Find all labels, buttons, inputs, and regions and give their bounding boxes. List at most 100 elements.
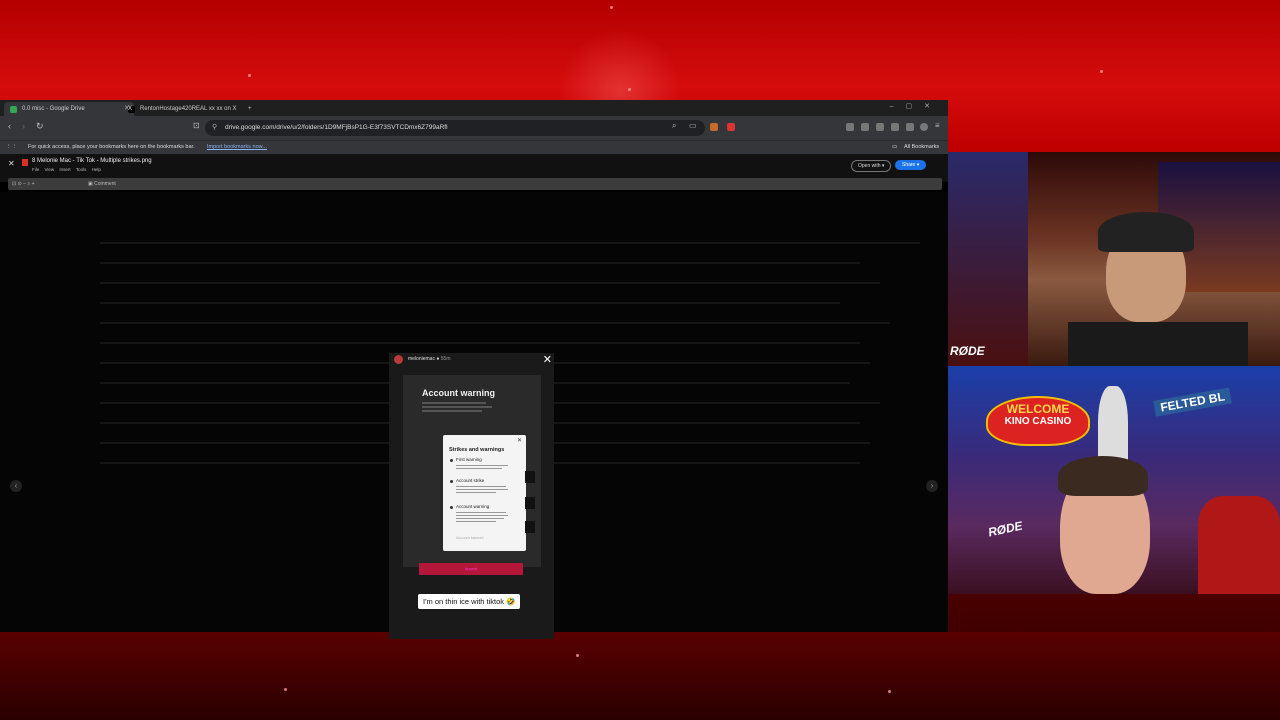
open-with-button[interactable]: Open with ▾ (851, 160, 892, 172)
arcade-shelf (948, 152, 1028, 366)
share-button[interactable]: Share ▾ (895, 160, 927, 170)
image-file-icon (22, 159, 28, 166)
chair (1068, 322, 1248, 366)
cast-icon[interactable]: ▭ (689, 121, 697, 130)
site-info-icon[interactable]: ⚲ (212, 120, 217, 136)
account-warning-card: Account warning ✕ Strikes and warnings F… (403, 375, 541, 567)
strikes-modal: ✕ Strikes and warnings First warning Acc… (443, 435, 526, 551)
menu-icon[interactable]: ≡ (935, 121, 940, 130)
file-title: 8 Melonie Mac - Tik Tok - Multiple strik… (32, 158, 152, 164)
comment-button[interactable]: ▣ Comment (88, 178, 116, 190)
modal-footer: Account banned (456, 536, 484, 540)
felted-sign: FELTED BL (1153, 387, 1232, 417)
previous-file-icon[interactable]: ‹ (10, 480, 22, 492)
text-line (456, 521, 496, 522)
sparkle (1100, 70, 1103, 73)
background-row (100, 262, 860, 264)
chair (1198, 496, 1280, 594)
sparkle (888, 690, 891, 693)
webcam-bottom: WELCOME KINO CASINO FELTED BL RØDE (948, 366, 1280, 594)
browser-toolbar: ‹ › ↻ ⊡ ⚲ drive.google.com/drive/u/2/fol… (0, 116, 948, 140)
casino-name: KINO CASINO (1004, 416, 1072, 427)
tab-google-drive[interactable]: 0.0 misc - Google Drive ✕ (4, 102, 134, 116)
bookmarks-bar: ⋮⋮ For quick access, place your bookmark… (0, 140, 948, 154)
file-menu[interactable]: File View Insert Tools Help (32, 167, 101, 172)
sparkle (628, 88, 631, 91)
text-line (456, 486, 506, 487)
sparkle (284, 688, 287, 691)
background-row (100, 302, 840, 304)
background-row (100, 282, 880, 284)
story-header: meloniemac ● 55m ✕ (389, 353, 554, 369)
tab-label: 0.0 misc - Google Drive (22, 106, 85, 112)
sidebar-icon[interactable] (876, 123, 884, 131)
rewards-icon[interactable] (727, 123, 735, 131)
stream-bottom-band (0, 632, 1280, 720)
text-line (456, 489, 508, 490)
import-bookmarks-link[interactable]: Import bookmarks now... (207, 141, 267, 154)
sparkle (610, 6, 613, 9)
welcome-text: WELCOME (1006, 402, 1070, 416)
bullet (450, 480, 453, 483)
forward-icon[interactable]: › (22, 121, 25, 131)
webcam-top: RØDE (948, 152, 1280, 366)
text-line (456, 512, 506, 513)
sparkle (248, 74, 251, 77)
browser-window: 0.0 misc - Google Drive ✕ X RentonHostag… (0, 100, 948, 639)
background-row (100, 342, 860, 344)
warning-heading: Account warning (422, 388, 496, 398)
window-controls[interactable]: –▢✕ (890, 102, 942, 110)
bookmark-icon[interactable]: ⊡ (193, 121, 200, 130)
viewer-toolbar: ⊡ ⊙ − ⌕ + ▣ Comment (8, 178, 942, 190)
modal-title: Strikes and warnings (449, 447, 505, 453)
folder-icon: ▭ (892, 144, 898, 150)
mic-brand-label: RØDE (986, 518, 1024, 540)
brave-shield-icon[interactable] (710, 123, 718, 131)
strike-item: First warning (456, 457, 482, 462)
text-line (456, 518, 504, 519)
tab-x[interactable]: X RentonHostage420REAL xx xx on X (122, 102, 258, 116)
hair (1058, 456, 1148, 496)
extension-icon[interactable] (846, 123, 854, 131)
apps-icon[interactable]: ⋮⋮ (6, 141, 17, 154)
all-bookmarks[interactable]: All Bookmarks (904, 141, 939, 154)
tiktok-screenshot: meloniemac ● 55m ✕ Account warning ✕ Str… (389, 353, 554, 639)
background-row (100, 242, 920, 244)
strike-item: Account warning (456, 504, 490, 509)
close-icon: ✕ (516, 438, 522, 444)
leo-icon[interactable] (906, 123, 914, 131)
profile-icon[interactable] (920, 123, 928, 131)
sparkle (576, 654, 579, 657)
new-tab-button[interactable]: + (246, 102, 258, 116)
tab-label: RentonHostage420REAL xx xx on X (140, 106, 237, 112)
bullet (450, 506, 453, 509)
text-line (456, 515, 508, 516)
strike-item: Account strike (456, 478, 485, 483)
thumbnail (525, 497, 535, 509)
media-icon[interactable] (861, 123, 869, 131)
image-viewer: ‹ › meloniemac ● 55m ✕ Account warning ✕… (0, 192, 948, 639)
text-line (422, 402, 486, 404)
text-line (422, 406, 492, 408)
headphones (1098, 212, 1194, 252)
reload-icon[interactable]: ↻ (36, 121, 44, 132)
bookmarks-message: For quick access, place your bookmarks h… (28, 144, 195, 150)
tab-bar: 0.0 misc - Google Drive ✕ X RentonHostag… (0, 100, 948, 116)
wallet-icon[interactable] (891, 123, 899, 131)
appeal-button: Appeal (419, 563, 523, 575)
text-line (456, 492, 496, 493)
story-caption: I'm on thin ice with tiktok 🤣 (418, 594, 521, 609)
toolbar-icons[interactable]: ⊡ ⊙ − ⌕ + (12, 178, 35, 190)
next-file-icon[interactable]: › (926, 480, 938, 492)
thumbnail (525, 521, 535, 533)
background-row (100, 322, 890, 324)
bullet (450, 459, 453, 462)
avatar (394, 355, 403, 364)
address-bar[interactable]: ⚲ drive.google.com/drive/u/2/folders/1D9… (205, 120, 705, 136)
drive-icon (10, 106, 17, 113)
close-preview-icon[interactable]: ✕ (8, 159, 15, 168)
zoom-icon[interactable]: ⌕ (672, 121, 676, 131)
back-icon[interactable]: ‹ (8, 121, 11, 131)
text-line (456, 468, 502, 469)
x-icon: X (128, 106, 135, 113)
